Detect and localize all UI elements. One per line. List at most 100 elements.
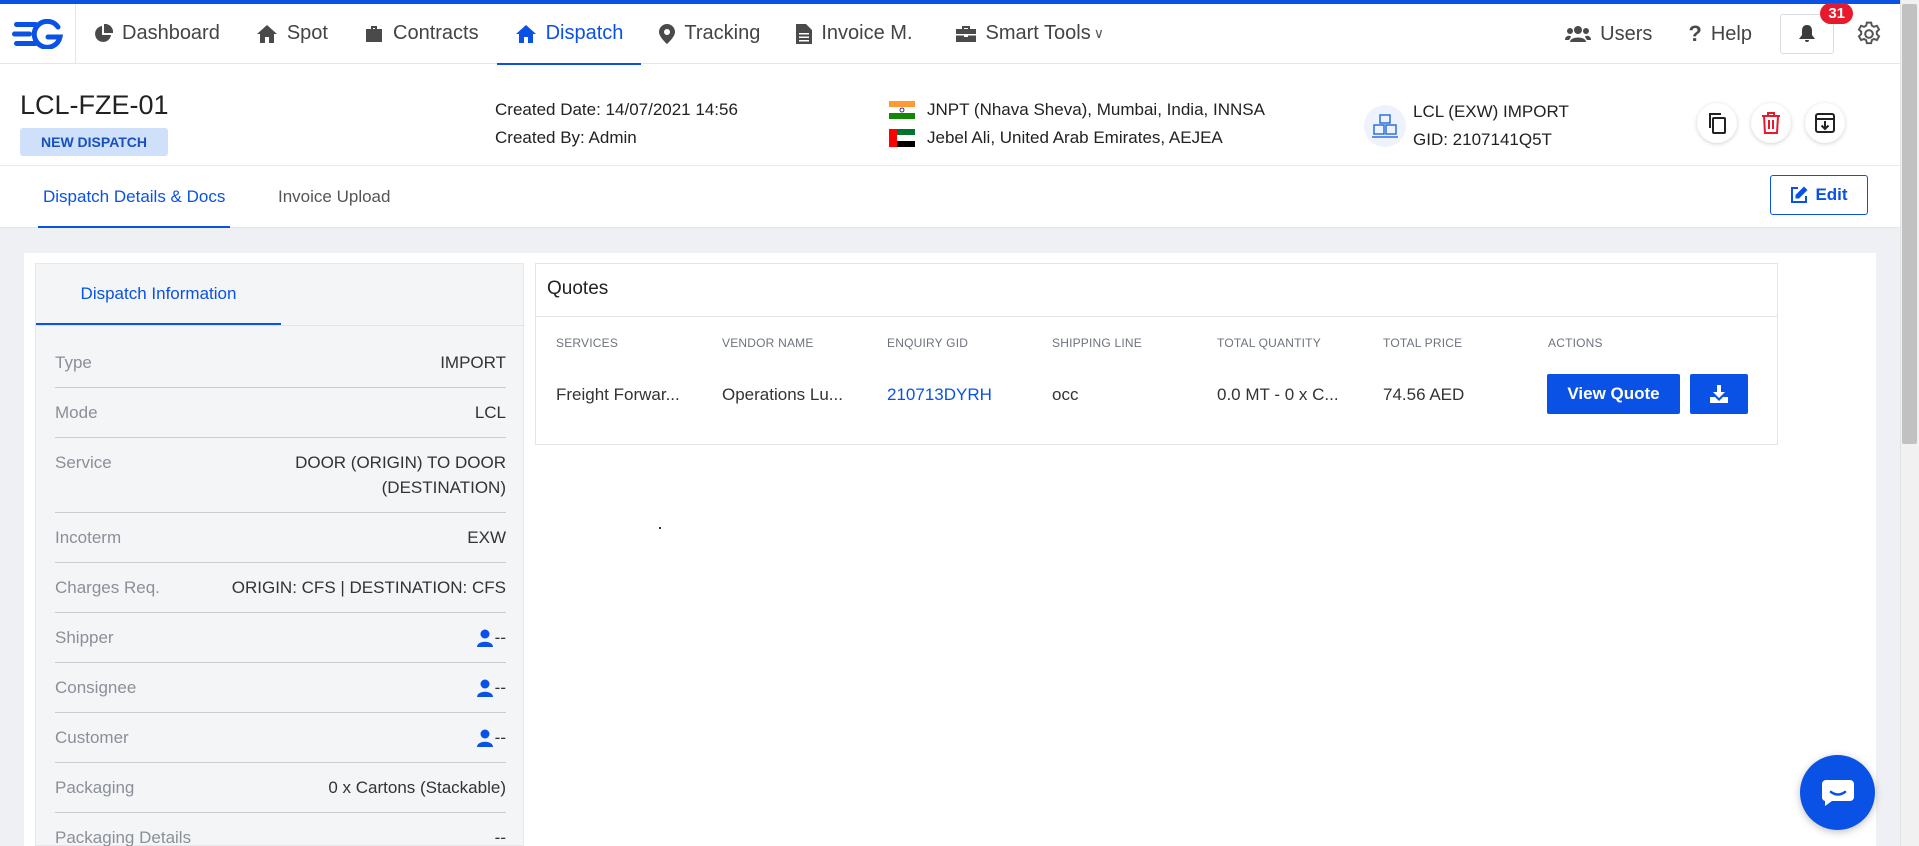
tab-dispatch-details[interactable]: Dispatch Details & Docs [38, 166, 231, 228]
nav-dispatch-label: Dispatch [545, 22, 624, 44]
uae-flag-icon [889, 129, 915, 147]
nav-tracking-label: Tracking [684, 22, 761, 44]
tab-dispatch-information[interactable]: Dispatch Information [36, 264, 281, 325]
quote-quantity: 0.0 MT - 0 x C... [1217, 385, 1339, 404]
shipment-gid: GID: 2107141Q5T [1413, 130, 1552, 149]
info-label: Packaging [55, 778, 135, 797]
chevron-down-icon: ∨ [1093, 25, 1104, 41]
map-pin-icon [659, 23, 676, 44]
download-quote-button[interactable] [1690, 374, 1748, 414]
edit-icon [1791, 186, 1808, 203]
info-label: Mode [55, 403, 98, 422]
nav-tracking[interactable]: Tracking [641, 4, 778, 64]
delete-button[interactable] [1751, 103, 1791, 143]
nav-help[interactable]: ? Help [1670, 21, 1770, 47]
archive-button[interactable] [1805, 103, 1845, 143]
created-by: Created By: Admin [495, 128, 637, 147]
copy-icon [1709, 113, 1726, 134]
column-header-enquiry-gid: ENQUIRY GID [887, 336, 969, 350]
info-row-shipper: Shipper -- [55, 613, 506, 663]
home-icon [515, 24, 536, 43]
column-header-shipping-line: SHIPPING LINE [1052, 336, 1142, 350]
nav-users[interactable]: Users [1547, 23, 1670, 46]
info-label: Customer [55, 728, 129, 747]
quote-vendor: Operations Lu... [722, 385, 843, 404]
app-logo[interactable] [0, 3, 76, 64]
users-icon [1565, 26, 1592, 42]
info-row-packaging-details: Packaging Details -- [55, 813, 506, 846]
download-icon [1710, 385, 1728, 403]
destination-row: Jebel Ali, United Arab Emirates, AEJEA [889, 124, 1265, 152]
info-value: 0 x Cartons (Stackable) [328, 778, 506, 797]
dispatch-id: LCL-FZE-01 [20, 90, 169, 120]
column-header-actions: ACTIONS [1548, 336, 1603, 350]
notification-count-badge: 31 [1820, 3, 1853, 24]
shipment-type-icon [1364, 105, 1406, 147]
shipment-info: LCL (EXW) IMPORT GID: 2107141Q5T [1413, 98, 1569, 154]
quote-services: Freight Forwar... [556, 385, 680, 404]
nav-spot[interactable]: Spot [238, 4, 346, 64]
created-date: Created Date: 14/07/2021 14:56 [495, 100, 738, 119]
info-row-service: Service DOOR (ORIGIN) TO DOOR (DESTINATI… [55, 438, 506, 513]
info-row-charges: Charges Req. ORIGIN: CFS | DESTINATION: … [55, 563, 506, 613]
nav-invoice[interactable]: Invoice M. [778, 4, 930, 64]
bell-icon [1799, 25, 1815, 42]
column-header-services: SERVICES [556, 336, 619, 350]
info-row-incoterm: Incoterm EXW [55, 513, 506, 563]
gear-icon[interactable] [1856, 21, 1882, 47]
column-header-total-quantity: TOTAL QUANTITY [1217, 336, 1321, 350]
nav-dashboard-label: Dashboard [122, 22, 220, 44]
toolbox-icon [955, 25, 976, 42]
nav-help-label: Help [1710, 22, 1752, 45]
info-label: Charges Req. [55, 578, 160, 597]
info-value-person[interactable]: -- [476, 625, 506, 650]
top-navbar: Dashboard Spot Contracts Dispatch Tracki… [0, 3, 1900, 65]
nav-invoice-label: Invoice M. [821, 22, 913, 44]
info-value: ORIGIN: CFS | DESTINATION: CFS [231, 578, 506, 597]
origin-row: JNPT (Nhava Sheva), Mumbai, India, INNSA [889, 96, 1265, 124]
view-quote-button[interactable]: View Quote [1547, 374, 1680, 414]
info-value-person[interactable]: -- [476, 675, 506, 700]
info-value: -- [494, 678, 506, 697]
dispatch-header: LCL-FZE-01 NEW DISPATCH Created Date: 14… [0, 84, 1900, 166]
info-row-customer: Customer -- [55, 713, 506, 763]
column-header-vendor: VENDOR NAME [722, 336, 814, 350]
logo-icon [11, 18, 63, 49]
origin-port: JNPT (Nhava Sheva), Mumbai, India, INNSA [927, 100, 1265, 119]
info-value: -- [494, 728, 506, 747]
scrollbar-thumb[interactable] [1902, 4, 1917, 444]
notifications-button[interactable]: 31 [1780, 3, 1853, 54]
info-label: Type [55, 353, 92, 372]
nav-contracts-label: Contracts [393, 22, 479, 44]
nav-contracts[interactable]: Contracts [346, 4, 497, 64]
tab-invoice-upload[interactable]: Invoice Upload [273, 166, 395, 228]
edit-button[interactable]: Edit [1770, 175, 1868, 215]
info-list: Type IMPORT Mode LCL Service DOOR (ORIGI… [55, 341, 506, 846]
info-value: IMPORT [440, 353, 506, 372]
copy-button[interactable] [1697, 103, 1737, 143]
status-badge: NEW DISPATCH [20, 128, 169, 156]
nav-users-label: Users [1600, 22, 1653, 45]
info-row-type: Type IMPORT [55, 341, 506, 388]
india-flag-icon [889, 101, 915, 119]
info-tab-divider [36, 325, 525, 326]
info-label: Service [55, 453, 112, 472]
page-scrollbar[interactable] [1900, 0, 1919, 846]
quote-enquiry-gid-link[interactable]: 210713DYRH [887, 385, 992, 405]
stray-dot [659, 527, 661, 529]
nav-smart-tools[interactable]: Smart Tools ∨ [931, 4, 1122, 64]
info-value-person[interactable]: -- [476, 725, 506, 750]
nav-dashboard[interactable]: Dashboard [76, 4, 238, 64]
info-value: LCL [474, 403, 506, 422]
info-label: Packaging Details [55, 828, 192, 846]
dispatch-info-panel: Dispatch Information Type IMPORT Mode LC… [35, 263, 525, 846]
info-value: EXW [467, 528, 506, 547]
nav-dispatch[interactable]: Dispatch [496, 4, 642, 65]
info-label: Shipper [55, 628, 114, 647]
route-info: JNPT (Nhava Sheva), Mumbai, India, INNSA… [889, 96, 1265, 152]
document-icon [796, 23, 813, 44]
boxes-icon [1372, 114, 1398, 138]
chat-button[interactable] [1800, 755, 1875, 830]
destination-port: Jebel Ali, United Arab Emirates, AEJEA [927, 128, 1223, 147]
info-label: Incoterm [55, 528, 122, 547]
